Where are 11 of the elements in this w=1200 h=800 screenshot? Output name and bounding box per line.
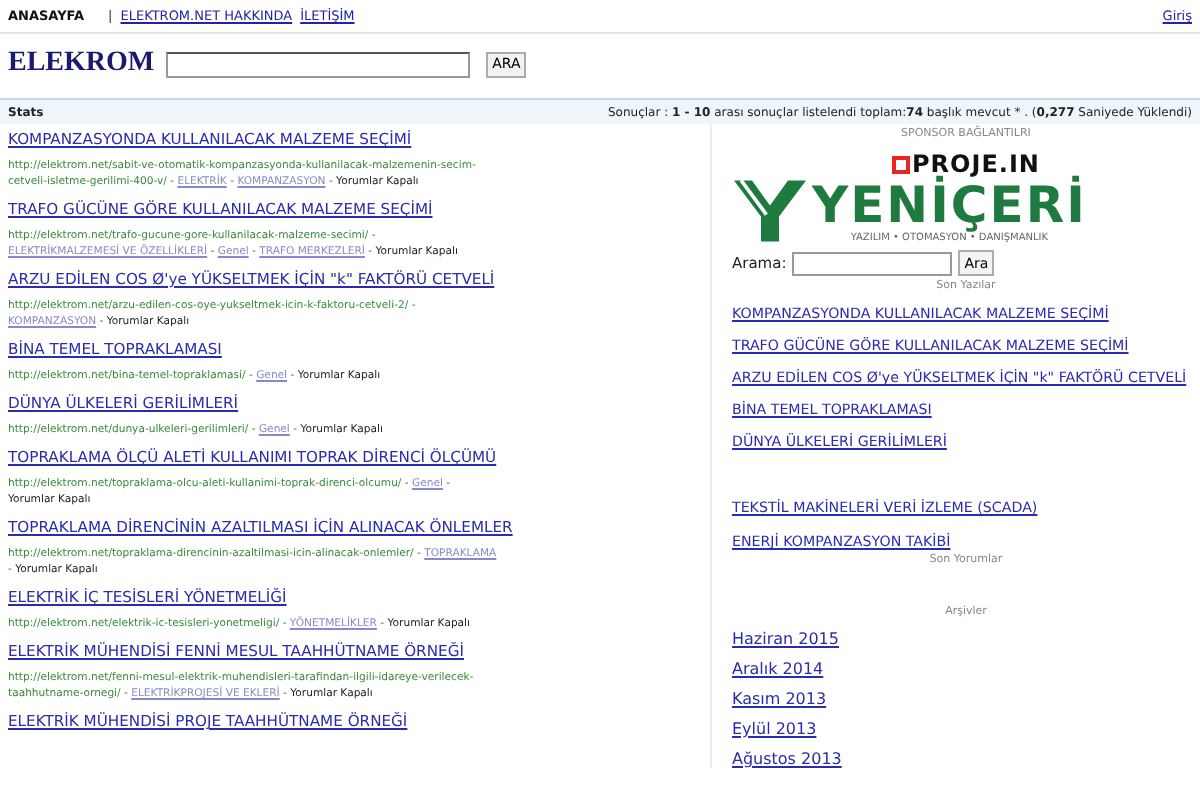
archive-link[interactable]: Ağustos 2013: [731, 750, 842, 768]
archive-link[interactable]: Aralık 2014: [731, 660, 824, 678]
site-logo[interactable]: ELEKROM: [8, 48, 155, 80]
search-field[interactable]: [166, 51, 471, 77]
y-emblem-icon: [733, 180, 806, 242]
archive-link[interactable]: Eylül 2013: [731, 720, 817, 738]
archive-link[interactable]: Haziran 2015: [731, 630, 839, 648]
square-icon: [892, 155, 910, 173]
sponsor-logo[interactable]: PROJE.IN: [892, 150, 1040, 178]
search-field[interactable]: [792, 251, 953, 275]
archive-link[interactable]: Kasım 2013: [731, 690, 827, 708]
